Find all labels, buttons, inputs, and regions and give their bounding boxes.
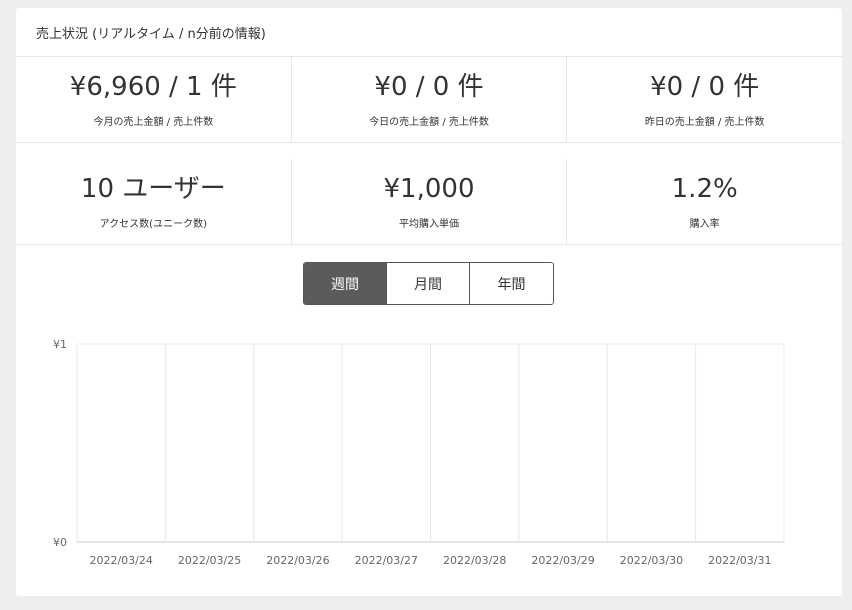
x-tick-label: 2022/03/31 xyxy=(708,554,771,567)
stat-avg-price-label: 平均購入単価 xyxy=(399,219,459,230)
stat-purchase-rate-label: 購入率 xyxy=(689,219,720,230)
stat-access-label: アクセス数(ユニーク数) xyxy=(99,219,207,230)
stat-avg-price: ¥1,000 平均購入単価 xyxy=(292,159,568,244)
x-tick-label: 2022/03/30 xyxy=(620,554,683,567)
stats-row-access: 10 ユーザー アクセス数(ユニーク数) ¥1,000 平均購入単価 1.2% … xyxy=(16,159,842,245)
stat-today-value: ¥0 / 0 件 xyxy=(374,72,484,102)
stats-row-sales: ¥6,960 / 1 件 今月の売上金額 / 売上件数 ¥0 / 0 件 今日の… xyxy=(16,57,842,143)
x-tick-label: 2022/03/25 xyxy=(178,554,241,567)
y-tick-label: ¥0 xyxy=(53,536,67,549)
stat-month: ¥6,960 / 1 件 今月の売上金額 / 売上件数 xyxy=(16,57,292,142)
card-title: 売上状況 (リアルタイム / n分前の情報) xyxy=(16,8,842,57)
x-tick-label: 2022/03/27 xyxy=(355,554,418,567)
x-tick-label: 2022/03/28 xyxy=(443,554,506,567)
x-tick-label: 2022/03/26 xyxy=(266,554,329,567)
tab-monthly[interactable]: 月間 xyxy=(387,263,470,304)
stat-purchase-rate: 1.2% 購入率 xyxy=(567,159,842,244)
stat-today: ¥0 / 0 件 今日の売上金額 / 売上件数 xyxy=(292,57,568,142)
sales-chart: ¥0 ¥1 2022/03/24 2022/03/25 2022/03/26 2022/0… xyxy=(53,338,785,567)
tab-weekly[interactable]: 週間 xyxy=(304,263,387,304)
stat-month-label: 今月の売上金額 / 売上件数 xyxy=(93,117,214,128)
stat-avg-price-value: ¥1,000 xyxy=(383,174,475,204)
stat-purchase-rate-value: 1.2% xyxy=(671,174,738,204)
x-tick-label: 2022/03/29 xyxy=(531,554,594,567)
stat-yesterday-label: 昨日の売上金額 / 売上件数 xyxy=(644,117,765,128)
sales-status-card: 売上状況 (リアルタイム / n分前の情報) ¥6,960 / 1 件 今月の売… xyxy=(16,8,842,596)
y-tick-label: ¥1 xyxy=(53,338,67,351)
stat-access-value: 10 ユーザー xyxy=(80,174,226,204)
stat-access: 10 ユーザー アクセス数(ユニーク数) xyxy=(16,159,292,244)
stat-yesterday: ¥0 / 0 件 昨日の売上金額 / 売上件数 xyxy=(567,57,842,142)
stat-month-value: ¥6,960 / 1 件 xyxy=(69,72,237,102)
stat-yesterday-value: ¥0 / 0 件 xyxy=(650,72,760,102)
x-tick-label: 2022/03/24 xyxy=(89,554,152,567)
stat-today-label: 今日の売上金額 / 売上件数 xyxy=(369,117,489,128)
tab-yearly[interactable]: 年間 xyxy=(470,263,553,304)
period-switch: 週間 月間 年間 xyxy=(303,262,554,305)
